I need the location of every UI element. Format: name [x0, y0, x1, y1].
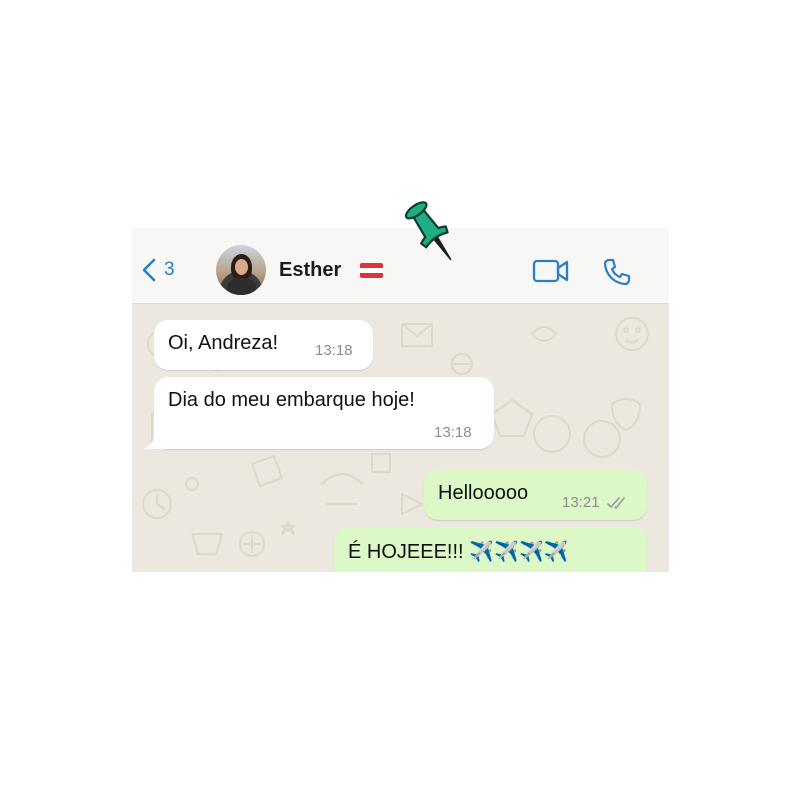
- message-bubble-incoming[interactable]: Dia do meu embarque hoje! 13:18: [154, 377, 494, 449]
- message-text: Dia do meu embarque hoje!: [168, 389, 415, 411]
- message-time: 13:18: [315, 342, 353, 359]
- contact-name[interactable]: Esther: [279, 259, 341, 282]
- double-check-icon: [607, 497, 625, 509]
- video-camera-icon: [532, 259, 569, 283]
- voice-call-button[interactable]: [602, 257, 632, 292]
- message-bubble-outgoing[interactable]: Hellooooo 13:21: [424, 470, 647, 520]
- message-time: 13:18: [434, 424, 472, 441]
- message-time: 13:21: [562, 494, 600, 511]
- chevron-left-icon: [142, 258, 156, 282]
- pushpin-icon: [404, 201, 452, 261]
- video-call-button[interactable]: [532, 257, 570, 290]
- message-list[interactable]: Oi, Andreza! 13:18 Dia do meu embarque h…: [132, 304, 669, 572]
- message-bubble-incoming[interactable]: Oi, Andreza! 13:18: [154, 320, 373, 370]
- chat-screenshot: 3 Esther Oi, Andreza! 13:18 Dia do meu e…: [132, 228, 669, 572]
- austria-flag-icon: [360, 263, 383, 278]
- phone-icon: [603, 258, 631, 286]
- bubble-tail: [143, 428, 170, 449]
- back-button[interactable]: 3: [142, 258, 175, 282]
- message-text: Hellooooo: [438, 482, 529, 504]
- avatar[interactable]: [216, 245, 266, 295]
- message-text: É HOJEEE!!! ✈️✈️✈️✈️: [348, 541, 569, 563]
- unread-count: 3: [164, 259, 175, 280]
- message-bubble-outgoing[interactable]: É HOJEEE!!! ✈️✈️✈️✈️: [334, 527, 647, 572]
- message-text: Oi, Andreza!: [168, 332, 279, 354]
